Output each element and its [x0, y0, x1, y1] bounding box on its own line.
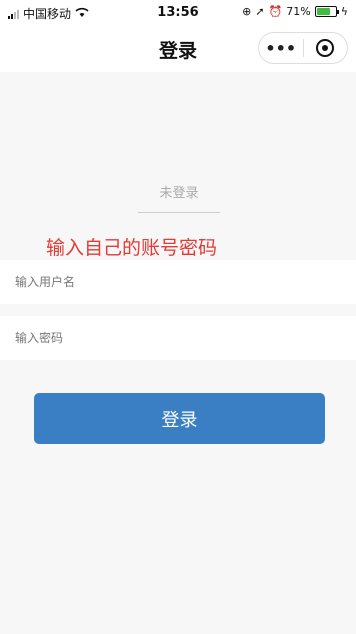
login-status: 未登录 [138, 176, 220, 213]
location-icon: ➚ [255, 5, 265, 18]
battery-percent: 71% [286, 5, 311, 18]
charging-icon: ϟ [340, 5, 348, 18]
close-program-button[interactable] [304, 33, 348, 63]
battery-fill [316, 8, 330, 15]
username-field [0, 260, 356, 304]
login-button[interactable]: 登录 [34, 393, 325, 444]
target-icon [316, 39, 335, 57]
password-field [0, 316, 356, 360]
lock-rotation-icon: ⊕ [242, 5, 252, 18]
status-right: ⊕ ➚ ⏰ 71% ϟ [242, 5, 348, 18]
battery-icon [314, 6, 339, 17]
more-icon: ••• [265, 38, 297, 58]
alarm-icon: ⏰ [268, 5, 283, 18]
password-input[interactable] [0, 316, 356, 360]
nav-bar: 登录 ••• [0, 26, 356, 72]
status-bar: 中国移动 13:56 ⊕ ➚ ⏰ 71% ϟ [0, 0, 356, 26]
annotation-text: 输入自己的账号密码 [46, 237, 218, 259]
more-button[interactable]: ••• [259, 33, 303, 63]
mini-program-capsule: ••• [258, 32, 348, 64]
username-input[interactable] [0, 260, 356, 304]
